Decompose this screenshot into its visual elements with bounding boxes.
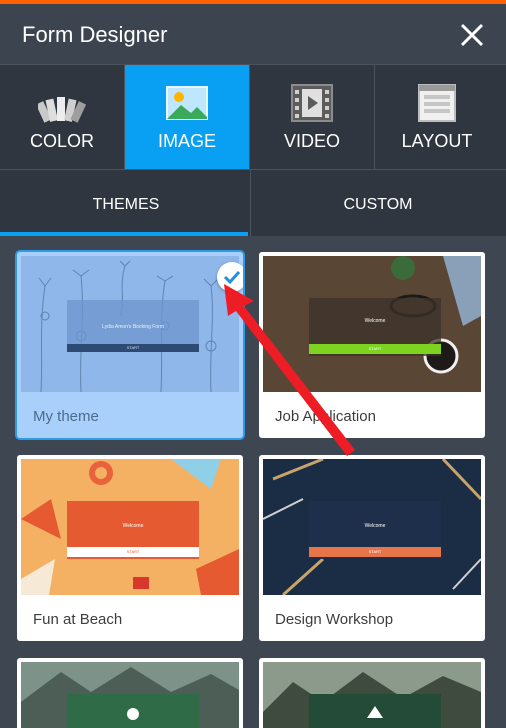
form-preview-start-button: START (309, 344, 441, 354)
tab-image[interactable]: IMAGE (125, 65, 250, 169)
form-preview-start-button: START (67, 547, 199, 557)
theme-thumbnail: Welcome START (21, 459, 239, 595)
tab-layout-label: LAYOUT (401, 131, 473, 151)
selected-check-badge (217, 262, 243, 292)
theme-grid: Lydia Amon's Booking Form START My theme… (0, 236, 506, 728)
theme-thumbnail: Welcome START (263, 256, 481, 392)
video-film-icon (291, 84, 333, 122)
color-swatches-icon (38, 97, 86, 123)
tab-video-label: VIDEO (283, 131, 340, 151)
close-button[interactable] (456, 19, 488, 51)
theme-card-design-workshop[interactable]: Welcome START Design Workshop (259, 455, 485, 641)
forest-photo (263, 662, 481, 728)
theme-card-fun-at-beach[interactable]: Welcome START Fun at Beach (17, 455, 243, 641)
form-preview-start-button: START (67, 344, 199, 352)
form-preview-title: Welcome (364, 318, 386, 324)
close-icon (460, 23, 484, 47)
theme-label: Job Application (275, 408, 376, 425)
theme-card-forest[interactable] (259, 658, 485, 728)
form-preview-title: Welcome (122, 523, 144, 529)
form-preview-title: Lydia Amon's Booking Form (102, 324, 164, 330)
panel-title: Form Designer (22, 22, 168, 47)
theme-card-job-application[interactable]: Welcome START Job Application (259, 252, 485, 438)
tab-themes[interactable]: THEMES (0, 170, 252, 236)
panel-header: Form Designer (0, 4, 506, 64)
tab-video[interactable]: VIDEO (250, 65, 375, 169)
tab-image-label: IMAGE (157, 131, 216, 151)
theme-card-my-theme[interactable]: Lydia Amon's Booking Form START My theme (17, 252, 243, 438)
tab-color-label: COLOR (29, 131, 94, 151)
theme-label: My theme (33, 408, 99, 425)
layout-icon (418, 84, 456, 122)
theme-label: Design Workshop (275, 611, 394, 628)
form-preview-start-button: START (309, 547, 441, 557)
tab-custom[interactable]: CUSTOM (252, 170, 504, 236)
theme-thumbnail (263, 662, 481, 728)
theme-card-mountain[interactable] (17, 658, 243, 728)
mountain-photo (21, 662, 239, 728)
theme-subtabs: THEMES CUSTOM (0, 169, 506, 236)
tab-color[interactable]: COLOR (0, 65, 125, 169)
theme-thumbnail: Welcome START (263, 459, 481, 595)
theme-thumbnail (21, 662, 239, 728)
image-icon (166, 86, 208, 120)
checkmark-icon (223, 270, 241, 285)
tab-layout[interactable]: LAYOUT (375, 65, 499, 169)
theme-thumbnail: Lydia Amon's Booking Form START (21, 256, 239, 392)
mode-tabs: COLOR IMAGE VIDEO LAYOUT (0, 64, 506, 169)
form-preview-title: Welcome (364, 523, 386, 529)
theme-label: Fun at Beach (33, 611, 123, 628)
subtab-divider (250, 170, 251, 236)
